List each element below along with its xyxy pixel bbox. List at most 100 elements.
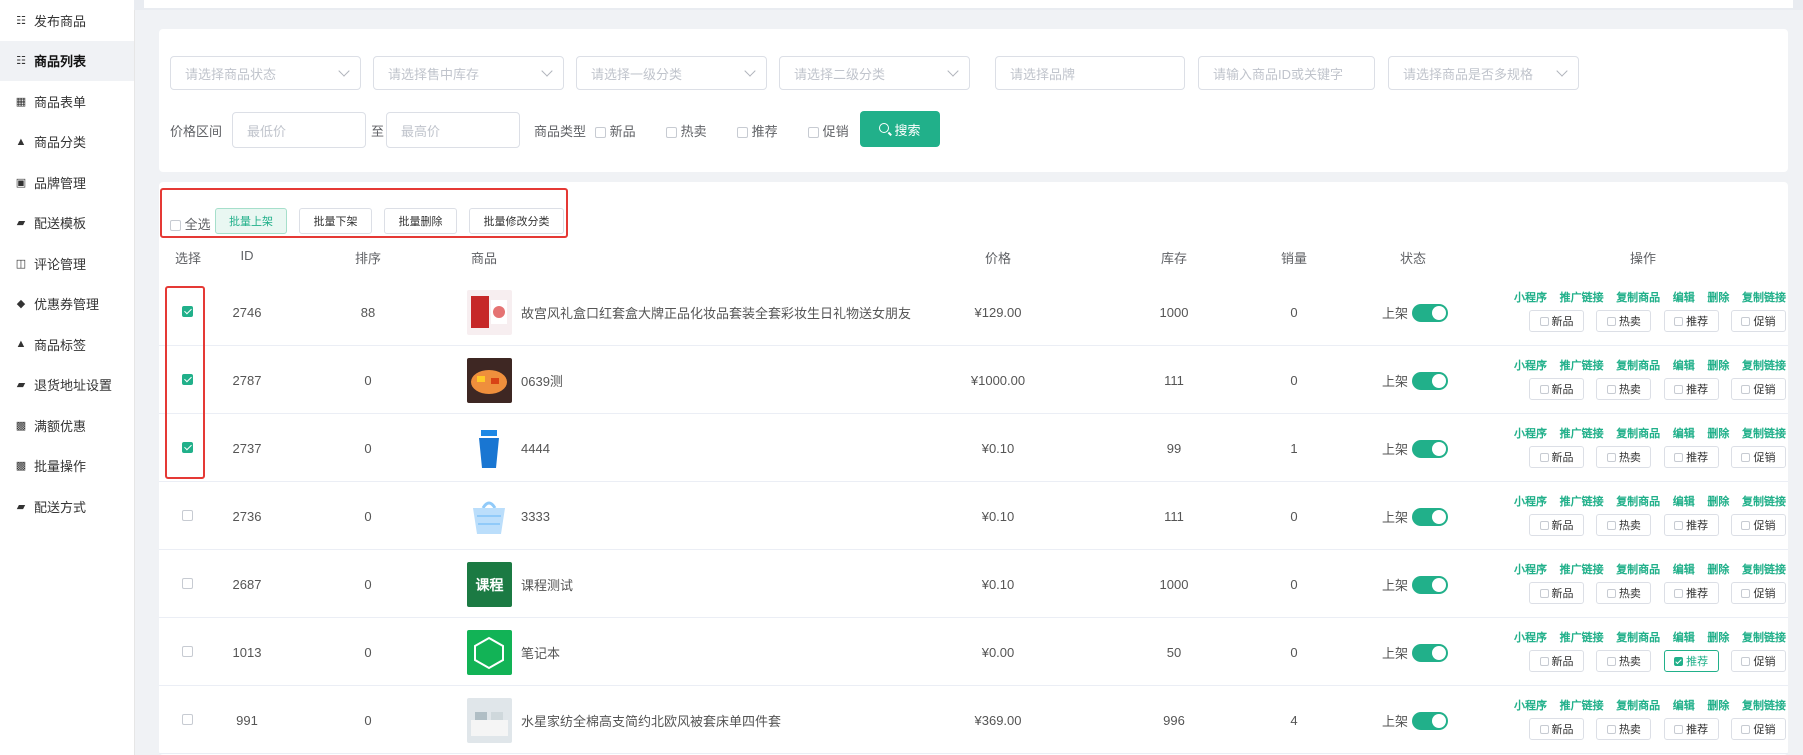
tag-hot-toggle[interactable]: 热卖 — [1596, 582, 1652, 604]
brand-input[interactable]: 请选择品牌 — [995, 56, 1185, 90]
promo-link[interactable]: 推广链接 — [1560, 289, 1604, 305]
sidebar-item[interactable]: ▩ 满额优惠 — [0, 405, 134, 446]
batch-delete-button[interactable]: 批量删除 — [384, 208, 457, 234]
status-select[interactable]: 请选择商品状态 — [170, 56, 361, 90]
promo-link[interactable]: 推广链接 — [1560, 629, 1604, 645]
delete-link[interactable]: 删除 — [1707, 697, 1729, 713]
status-toggle[interactable] — [1412, 303, 1449, 322]
edit-link[interactable]: 编辑 — [1673, 493, 1695, 509]
status-toggle[interactable] — [1412, 507, 1449, 526]
miniprogram-link[interactable]: 小程序 — [1514, 493, 1547, 509]
promo-link[interactable]: 推广链接 — [1560, 357, 1604, 373]
delete-link[interactable]: 删除 — [1707, 629, 1729, 645]
delete-link[interactable]: 删除 — [1707, 425, 1729, 441]
sidebar-item[interactable]: ☷ 发布商品 — [0, 0, 134, 41]
status-toggle[interactable] — [1412, 439, 1449, 458]
product-thumbnail[interactable] — [467, 290, 512, 335]
type-promo-checkbox[interactable]: 促销 — [808, 121, 849, 140]
batch-change-category-button[interactable]: 批量修改分类 — [469, 208, 564, 234]
tag-recommend-toggle[interactable]: 推荐 — [1663, 582, 1719, 604]
edit-link[interactable]: 编辑 — [1673, 357, 1695, 373]
miniprogram-link[interactable]: 小程序 — [1514, 561, 1547, 577]
product-thumbnail[interactable] — [467, 698, 512, 743]
promo-link[interactable]: 推广链接 — [1560, 425, 1604, 441]
tag-promo-toggle[interactable]: 促销 — [1730, 650, 1786, 672]
search-button[interactable]: 搜索 — [860, 111, 940, 147]
tag-recommend-toggle[interactable]: 推荐 — [1663, 514, 1719, 536]
tag-recommend-toggle[interactable]: 推荐 — [1663, 446, 1719, 468]
tag-hot-toggle[interactable]: 热卖 — [1596, 310, 1652, 332]
copy-product-link[interactable]: 复制商品 — [1616, 425, 1660, 441]
type-hot-checkbox[interactable]: 热卖 — [666, 121, 707, 140]
miniprogram-link[interactable]: 小程序 — [1514, 289, 1547, 305]
tag-promo-toggle[interactable]: 促销 — [1730, 718, 1786, 740]
batch-off-shelf-button[interactable]: 批量下架 — [299, 208, 372, 234]
type-new-checkbox[interactable]: 新品 — [595, 121, 636, 140]
tag-hot-toggle[interactable]: 热卖 — [1596, 718, 1652, 740]
product-thumbnail[interactable] — [467, 426, 512, 471]
promo-link[interactable]: 推广链接 — [1560, 493, 1604, 509]
keyword-input[interactable]: 请输入商品ID或关键字 — [1198, 56, 1375, 90]
tag-new-toggle[interactable]: 新品 — [1529, 582, 1584, 604]
min-price-input[interactable]: 最低价 — [232, 112, 366, 148]
product-name[interactable]: 笔记本 — [521, 619, 560, 686]
category1-select[interactable]: 请选择一级分类 — [576, 56, 767, 90]
tag-new-toggle[interactable]: 新品 — [1529, 446, 1584, 468]
product-thumbnail[interactable] — [467, 630, 512, 675]
max-price-input[interactable]: 最高价 — [386, 112, 520, 148]
copy-url-link[interactable]: 复制链接 — [1742, 289, 1786, 305]
status-toggle[interactable] — [1412, 643, 1449, 662]
tag-new-toggle[interactable]: 新品 — [1529, 718, 1584, 740]
edit-link[interactable]: 编辑 — [1673, 561, 1695, 577]
product-thumbnail[interactable]: 课程 — [467, 562, 512, 607]
copy-url-link[interactable]: 复制链接 — [1742, 493, 1786, 509]
edit-link[interactable]: 编辑 — [1673, 629, 1695, 645]
type-recommend-checkbox[interactable]: 推荐 — [737, 121, 778, 140]
tag-recommend-toggle[interactable]: 推荐 — [1663, 378, 1719, 400]
tag-hot-toggle[interactable]: 热卖 — [1596, 650, 1652, 672]
copy-url-link[interactable]: 复制链接 — [1742, 629, 1786, 645]
promo-link[interactable]: 推广链接 — [1560, 697, 1604, 713]
sidebar-item[interactable]: ▰ 退货地址设置 — [0, 365, 134, 406]
product-name[interactable]: 3333 — [521, 483, 550, 550]
copy-product-link[interactable]: 复制商品 — [1616, 289, 1660, 305]
sidebar-item[interactable]: ◆ 优惠券管理 — [0, 284, 134, 325]
sidebar-item[interactable]: ◫ 评论管理 — [0, 243, 134, 284]
tag-recommend-toggle[interactable]: 推荐 — [1663, 310, 1719, 332]
edit-link[interactable]: 编辑 — [1673, 289, 1695, 305]
product-name[interactable]: 课程测试 — [521, 551, 573, 618]
sidebar-item[interactable]: ☷ 商品列表 — [0, 40, 134, 81]
copy-url-link[interactable]: 复制链接 — [1742, 697, 1786, 713]
edit-link[interactable]: 编辑 — [1673, 425, 1695, 441]
tag-promo-toggle[interactable]: 促销 — [1730, 582, 1786, 604]
miniprogram-link[interactable]: 小程序 — [1514, 697, 1547, 713]
stock-select[interactable]: 请选择售中库存 — [373, 56, 564, 90]
sidebar-item[interactable]: ▲ 商品标签 — [0, 324, 134, 365]
row-select-checkbox[interactable] — [182, 510, 193, 521]
spec-select[interactable]: 请选择商品是否多规格 — [1388, 56, 1579, 90]
product-name[interactable]: 故宫风礼盒口红套盒大牌正品化妆品套装全套彩妆生日礼物送女朋友 — [521, 279, 911, 346]
sidebar-item[interactable]: ▰ 配送模板 — [0, 203, 134, 244]
miniprogram-link[interactable]: 小程序 — [1514, 357, 1547, 373]
product-thumbnail[interactable] — [467, 494, 512, 539]
tag-promo-toggle[interactable]: 促销 — [1730, 514, 1786, 536]
delete-link[interactable]: 删除 — [1707, 561, 1729, 577]
tag-recommend-toggle[interactable]: 推荐 — [1663, 650, 1719, 672]
copy-product-link[interactable]: 复制商品 — [1616, 697, 1660, 713]
delete-link[interactable]: 删除 — [1707, 493, 1729, 509]
copy-url-link[interactable]: 复制链接 — [1742, 561, 1786, 577]
copy-product-link[interactable]: 复制商品 — [1616, 357, 1660, 373]
tag-hot-toggle[interactable]: 热卖 — [1596, 446, 1652, 468]
tag-promo-toggle[interactable]: 促销 — [1730, 310, 1786, 332]
sidebar-item[interactable]: ▰ 配送方式 — [0, 486, 134, 527]
copy-url-link[interactable]: 复制链接 — [1742, 425, 1786, 441]
sidebar-item[interactable]: ▲ 商品分类 — [0, 122, 134, 163]
copy-url-link[interactable]: 复制链接 — [1742, 357, 1786, 373]
miniprogram-link[interactable]: 小程序 — [1514, 629, 1547, 645]
sidebar-item[interactable]: ▣ 品牌管理 — [0, 162, 134, 203]
tag-hot-toggle[interactable]: 热卖 — [1596, 514, 1652, 536]
tag-new-toggle[interactable]: 新品 — [1529, 650, 1584, 672]
tag-new-toggle[interactable]: 新品 — [1529, 378, 1584, 400]
status-toggle[interactable] — [1412, 711, 1449, 730]
row-select-checkbox[interactable] — [182, 578, 193, 589]
